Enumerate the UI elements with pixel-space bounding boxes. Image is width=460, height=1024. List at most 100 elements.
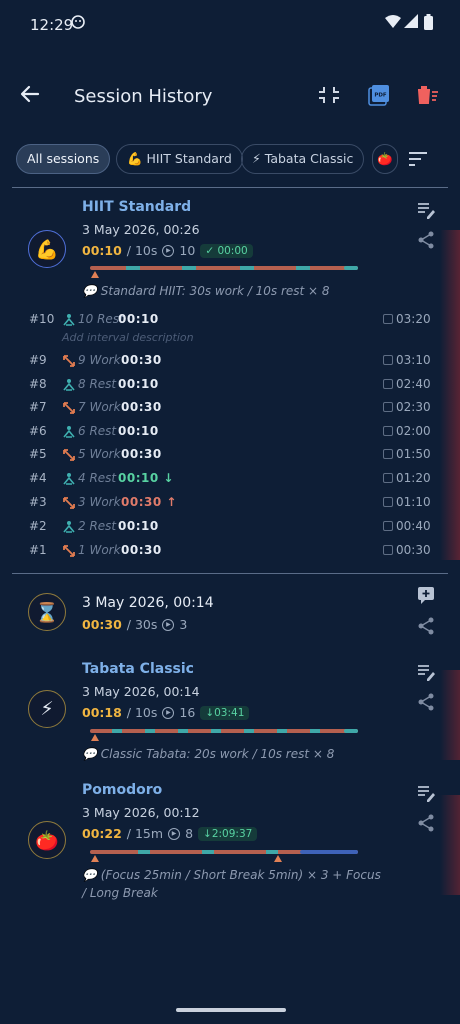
- interval-cumulative: 02:30: [396, 400, 431, 414]
- interval-cumulative: 00:40: [396, 519, 431, 533]
- session-rounds: 10: [179, 243, 196, 258]
- note-icon: [383, 379, 393, 389]
- svg-text:PDF: PDF: [374, 93, 387, 99]
- interval-row[interactable]: #9 9 Work 00:30 03:10: [0, 353, 460, 375]
- interval-row[interactable]: #2 2 Rest 00:10 00:40: [0, 519, 460, 541]
- interval-label: 10 Rest: [78, 312, 124, 326]
- interval-value: 00:30 ↑: [121, 495, 177, 509]
- rest-icon: [62, 520, 76, 534]
- share-icon[interactable]: [416, 692, 436, 712]
- interval-row[interactable]: #1 1 Work 00:30 00:30: [0, 543, 460, 565]
- interval-cumulative: 01:10: [396, 495, 431, 509]
- session-rounds: 8: [185, 826, 194, 841]
- chip-tabata-classic[interactable]: ⚡ Tabata Classic: [241, 144, 365, 174]
- interval-row[interactable]: #6 6 Rest 00:10 02:00: [0, 424, 460, 446]
- interval-value: 00:30: [121, 353, 162, 367]
- divider: [12, 573, 448, 574]
- note-icon: [383, 314, 393, 324]
- interval-value: 00:10: [118, 519, 159, 533]
- session-date: 3 May 2026, 00:12: [82, 805, 200, 820]
- edit-notes-icon[interactable]: [416, 783, 436, 803]
- interval-timeline: [90, 849, 358, 863]
- status-badge: ↓2:09:37: [198, 826, 258, 841]
- export-pdf-icon[interactable]: PDF: [366, 82, 392, 108]
- add-interval-description[interactable]: Add interval description: [62, 331, 194, 344]
- interval-row[interactable]: #8 8 Rest 00:10 02:40: [0, 377, 460, 399]
- work-icon: [62, 354, 76, 368]
- interval-value: 00:10 ↓: [118, 471, 174, 485]
- session-card-tabata[interactable]: ⚡ Tabata Classic 3 May 2026, 00:14 00:18…: [0, 660, 460, 770]
- rounds-icon: ▶: [168, 827, 181, 840]
- work-icon: [62, 496, 76, 510]
- interval-label: 6 Rest: [78, 424, 117, 438]
- session-stats: 00:18 / 10s ▶ 16 ↓03:41: [82, 705, 250, 720]
- muscle-icon: 💪: [28, 230, 66, 268]
- interval-number: #6: [29, 424, 47, 438]
- share-icon[interactable]: [416, 230, 436, 250]
- session-rounds: 16: [179, 705, 196, 720]
- edit-notes-icon[interactable]: [416, 662, 436, 682]
- interval-row[interactable]: #4 4 Rest 00:10 ↓ 01:20: [0, 471, 460, 493]
- interval-row[interactable]: #7 7 Work 00:30 02:30: [0, 400, 460, 422]
- interval-value: 00:30: [121, 400, 162, 414]
- status-time: 12:29: [30, 16, 74, 34]
- rounds-icon: ▶: [162, 244, 175, 257]
- session-planned: / 15m: [126, 826, 164, 841]
- session-duration: 00:10: [82, 243, 122, 258]
- interval-label: 7 Work: [78, 400, 121, 414]
- work-icon: [62, 401, 76, 415]
- notification-icon: [70, 14, 86, 34]
- status-badge: ↓03:41: [200, 705, 250, 720]
- back-arrow-icon[interactable]: [16, 80, 44, 108]
- delete-all-icon[interactable]: [414, 82, 440, 108]
- sort-icon[interactable]: [406, 148, 430, 170]
- interval-number: #2: [29, 519, 47, 533]
- wifi-icon: [385, 14, 401, 32]
- share-icon[interactable]: [416, 813, 436, 833]
- session-duration: 00:18: [82, 705, 122, 720]
- page-title: Session History: [74, 86, 213, 107]
- swipe-delete-hint: [440, 230, 460, 560]
- filter-chips: All sessions 💪 HIIT Standard ⚡ Tabata Cl…: [0, 142, 460, 178]
- session-rounds: 3: [179, 617, 188, 632]
- interval-label: 4 Rest: [78, 471, 117, 485]
- session-duration: 00:22: [82, 826, 122, 841]
- session-duration: 00:30: [82, 617, 122, 632]
- swipe-delete-hint: [440, 670, 460, 760]
- interval-label: 2 Rest: [78, 519, 117, 533]
- interval-number: #9: [29, 353, 47, 367]
- collapse-all-icon[interactable]: [316, 82, 342, 108]
- rounds-icon: ▶: [162, 706, 175, 719]
- interval-value: 00:10: [118, 312, 159, 326]
- chip-pomodoro[interactable]: 🍅: [372, 144, 398, 174]
- interval-cumulative: 03:20: [396, 312, 431, 326]
- interval-row[interactable]: #3 3 Work 00:30 ↑ 01:10: [0, 495, 460, 517]
- chip-all-sessions[interactable]: All sessions: [16, 144, 111, 174]
- add-note-icon[interactable]: [416, 585, 436, 605]
- session-name: Tabata Classic: [82, 661, 194, 677]
- divider: [12, 187, 448, 188]
- session-description: 💬 (Focus 25min / Short Break 5min) × 3 +…: [82, 868, 381, 900]
- chip-hiit-standard[interactable]: 💪 HIIT Standard: [116, 144, 243, 174]
- note-icon: [383, 497, 393, 507]
- interval-timeline: [90, 265, 358, 278]
- session-date: 3 May 2026, 00:26: [82, 222, 200, 237]
- session-name: Pomodoro: [82, 782, 163, 798]
- note-icon: [383, 449, 393, 459]
- interval-cumulative: 02:40: [396, 377, 431, 391]
- work-icon: [62, 448, 76, 462]
- session-card-timer[interactable]: ⌛ 3 May 2026, 00:14 00:30 / 30s ▶ 3: [0, 585, 460, 645]
- interval-value: 00:30: [121, 543, 162, 557]
- interval-row[interactable]: #5 5 Work 00:30 01:50: [0, 447, 460, 469]
- session-card-pomodoro[interactable]: 🍅 Pomodoro 3 May 2026, 00:12 00:22 / 15m…: [0, 781, 460, 911]
- home-indicator[interactable]: [176, 1008, 286, 1012]
- session-date: 3 May 2026, 00:14: [82, 684, 200, 699]
- edit-notes-icon[interactable]: [416, 200, 436, 220]
- share-icon[interactable]: [416, 616, 436, 636]
- session-description: 💬 Classic Tabata: 20s work / 10s rest × …: [82, 747, 335, 761]
- session-card-hiit[interactable]: 💪 HIIT Standard 3 May 2026, 00:26 00:10 …: [0, 190, 460, 570]
- interval-cumulative: 01:20: [396, 471, 431, 485]
- interval-label: 5 Work: [78, 447, 121, 461]
- session-planned: / 10s: [126, 243, 158, 258]
- interval-value: 00:10: [118, 424, 159, 438]
